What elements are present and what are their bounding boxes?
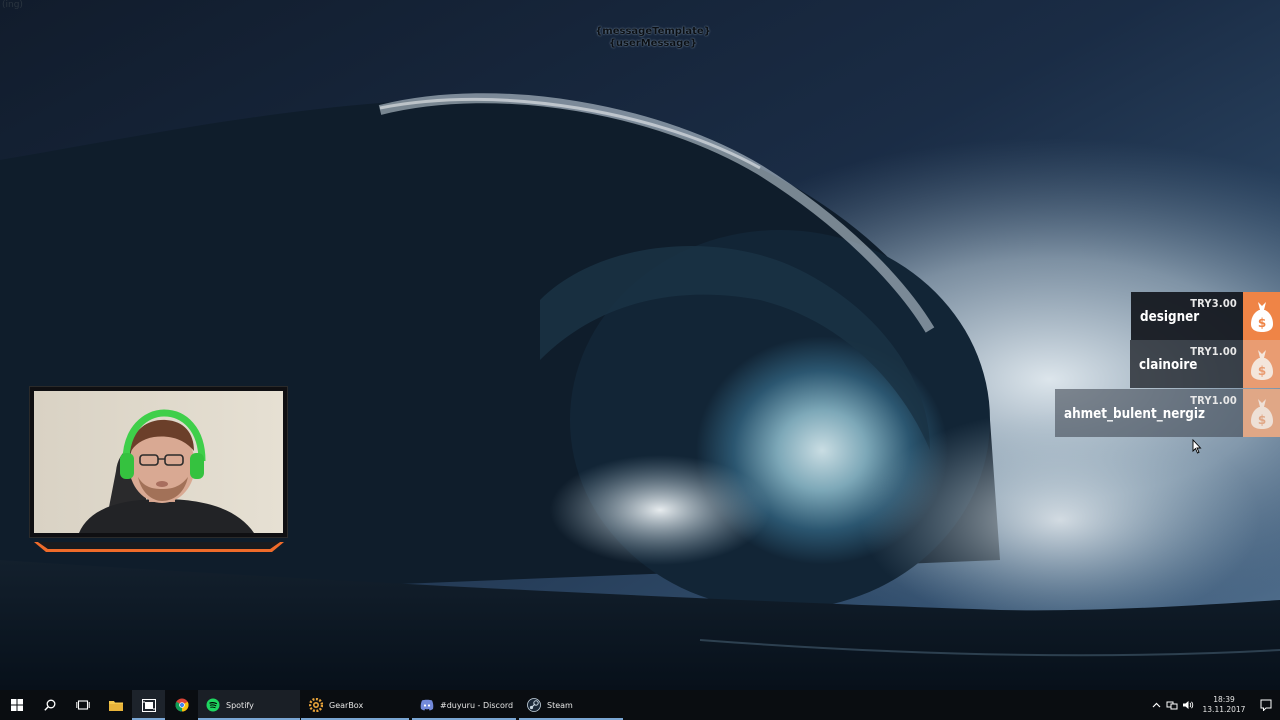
taskbar: Spotify GearBox #duyuru - Discord Steam … [0,690,1280,720]
overlay-corner-label: (ing) [2,0,23,10]
discord-icon [420,699,434,711]
taskbar-app-label: Steam [547,700,573,710]
task-view-icon [75,700,90,710]
donor-name: ahmet_bulent_nergiz [1064,406,1206,422]
webcam-feed [34,391,283,533]
network-icon [1166,701,1178,710]
start-button[interactable] [0,690,33,720]
task-view-button[interactable] [66,690,99,720]
taskbar-app-spotify[interactable]: Spotify [198,690,300,720]
notification-icon [1260,699,1272,711]
chrome-button[interactable] [165,690,198,720]
volume-button[interactable] [1180,690,1196,720]
message-template-line: {messageTemplate} [595,26,711,37]
taskbar-app-label: #duyuru - Discord [440,700,514,710]
webcam-orange-bar [34,542,284,552]
gearbox-icon [309,698,323,712]
svg-text:$: $ [1257,316,1265,330]
donation-alert: TRY1.00 clainoire $ [1130,340,1280,388]
chrome-icon [175,698,188,712]
obs-button[interactable] [132,690,165,720]
film-icon [141,698,156,712]
folder-icon [108,701,123,711]
chevron-up-icon [1152,702,1160,708]
donation-alert-body: TRY1.00 ahmet_bulent_nergiz [1055,389,1243,437]
clock-time: 18:39 [1213,695,1235,704]
taskbar-app-gearbox[interactable]: GearBox [301,690,409,720]
system-tray: 18:39 13.11.2017 [1148,690,1280,720]
steam-icon [527,698,541,712]
search-icon [43,699,55,711]
show-hidden-icons-button[interactable] [1148,690,1164,720]
windows-icon [10,699,23,711]
donation-alert-body: TRY3.00 designer [1131,292,1243,340]
donation-alert-body: TRY1.00 clainoire [1130,340,1243,388]
svg-text:$: $ [1257,413,1265,427]
taskbar-app-label: Spotify [226,700,254,710]
desktop-wallpaper [0,0,1280,690]
spotify-icon [206,698,220,712]
donation-alert: TRY3.00 designer $ [1131,292,1280,340]
donor-name: clainoire [1139,357,1198,373]
clock-date: 13.11.2017 [1202,705,1246,714]
desktop: (ing) {messageTemplate} {userMessage} TR… [0,0,1280,720]
speaker-icon [1183,701,1194,709]
donor-name: designer [1140,309,1200,325]
taskbar-clock[interactable]: 18:39 13.11.2017 [1202,695,1246,715]
svg-text:$: $ [1257,364,1265,378]
network-button[interactable] [1164,690,1180,720]
money-bag-icon: $ [1243,389,1280,437]
action-center-button[interactable] [1252,690,1280,720]
webcam-overlay [30,387,287,537]
donation-alert: TRY1.00 ahmet_bulent_nergiz $ [1055,389,1280,437]
user-message-line: {userMessage} [608,38,698,49]
taskbar-app-label: GearBox [329,700,364,710]
file-explorer-button[interactable] [99,690,132,720]
money-bag-icon: $ [1243,292,1280,340]
taskbar-app-discord[interactable]: #duyuru - Discord [412,690,516,720]
taskbar-app-steam[interactable]: Steam [519,690,623,720]
mouse-cursor-icon [1192,439,1202,454]
alert-message-template: {messageTemplate} {userMessage} [580,26,726,50]
search-button[interactable] [33,690,66,720]
money-bag-icon: $ [1243,340,1280,388]
